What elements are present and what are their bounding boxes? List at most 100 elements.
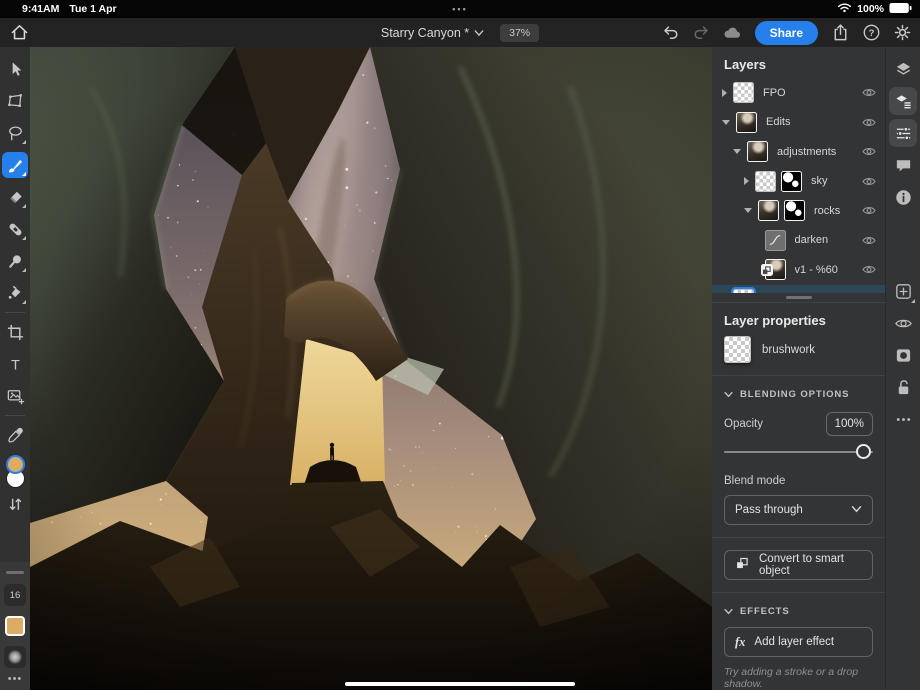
app-window: 9:41AM Tue 1 Apr ••• 100% Starry Canyon …	[0, 0, 920, 690]
tool-place-image-icon[interactable]	[2, 383, 28, 409]
layer-name: v1 - %60	[795, 264, 863, 276]
tool-transform-icon[interactable]	[2, 88, 28, 114]
chevron-down-icon	[474, 29, 484, 37]
tool-move-icon[interactable]	[2, 56, 28, 82]
layer-row[interactable]: rocks	[712, 196, 885, 226]
effects-header[interactable]: EFFECTS	[724, 606, 873, 617]
share-button[interactable]: Share	[755, 21, 818, 45]
layer-thumbnail[interactable]	[736, 112, 757, 133]
layer-mask-thumbnail[interactable]	[784, 200, 805, 221]
brush-size-field[interactable]: 16	[4, 584, 26, 606]
more-options-icon[interactable]: •••	[8, 676, 23, 682]
layer-expander-icon[interactable]	[722, 89, 727, 97]
tool-magnifier-icon[interactable]	[2, 248, 28, 274]
rail-comment-icon[interactable]	[889, 151, 917, 179]
layer-row[interactable]: darken	[712, 226, 885, 256]
layer-row[interactable]: brushwork	[712, 285, 885, 293]
tool-eyedropper-icon[interactable]	[2, 422, 28, 448]
layer-visibility-icon[interactable]	[862, 176, 876, 187]
blending-options-header[interactable]: BLENDING OPTIONS	[724, 389, 873, 400]
right-icon-rail	[886, 47, 920, 690]
status-bar: 9:41AM Tue 1 Apr ••• 100%	[0, 0, 920, 18]
zoom-level-badge[interactable]: 37%	[500, 24, 539, 42]
layer-name: rocks	[814, 205, 862, 217]
rail-adjustments-icon[interactable]	[889, 119, 917, 147]
svg-text:?: ?	[868, 28, 874, 39]
layer-properties-title: Layer properties	[724, 305, 873, 328]
layer-properties-panel: Layer properties brushwork BLENDING OPTI…	[712, 303, 885, 690]
tool-eraser-icon[interactable]	[2, 184, 28, 210]
rail-visibility-icon[interactable]	[889, 309, 917, 337]
layer-visibility-icon[interactable]	[862, 264, 876, 275]
layer-row[interactable]: sky	[712, 167, 885, 197]
foreground-color-swatch[interactable]	[6, 455, 25, 474]
help-icon[interactable]: ?	[859, 21, 883, 45]
tool-brush-icon[interactable]	[2, 152, 28, 178]
document-canvas[interactable]	[30, 47, 712, 690]
cloud-sync-icon[interactable]	[721, 21, 745, 45]
layers-panel-drag-handle[interactable]	[712, 293, 885, 303]
options-drag-handle[interactable]	[6, 571, 24, 574]
layer-visibility-icon[interactable]	[862, 117, 876, 128]
convert-to-smart-object-button[interactable]: Convert to smart object	[724, 550, 873, 580]
rail-info-icon[interactable]	[889, 183, 917, 211]
layer-thumbnail[interactable]	[733, 82, 754, 103]
tool-crop-icon[interactable]	[2, 319, 28, 345]
layer-expander-icon[interactable]	[744, 208, 752, 213]
layer-expander-icon[interactable]	[733, 149, 741, 154]
layer-row[interactable]: adjustments	[712, 137, 885, 167]
brush-color-swatch[interactable]	[5, 616, 25, 636]
tool-type-icon[interactable]: T	[2, 351, 28, 377]
rail-layer-stack-icon[interactable]	[889, 87, 917, 115]
rail-add-layer-icon[interactable]	[889, 277, 917, 305]
blend-mode-dropdown[interactable]: Pass through	[724, 495, 873, 525]
tool-group-divider	[5, 415, 25, 416]
home-indicator-bar[interactable]	[345, 682, 575, 687]
tool-options-panel: 16 •••	[0, 562, 30, 690]
layer-row[interactable]: v1 - %60	[712, 255, 885, 285]
undo-button[interactable]	[659, 21, 683, 45]
layer-thumbnail[interactable]	[733, 289, 754, 293]
layer-name: Edits	[766, 116, 862, 128]
rail-layers-icon[interactable]	[889, 55, 917, 83]
layer-visibility-icon[interactable]	[862, 146, 876, 157]
layers-panel-title: Layers	[712, 47, 885, 78]
opacity-value-field[interactable]: 100%	[826, 412, 873, 436]
layer-visibility-icon[interactable]	[862, 235, 876, 246]
selected-layer-thumbnail[interactable]	[724, 336, 751, 363]
layer-mask-thumbnail[interactable]	[781, 171, 802, 192]
layer-expander-icon[interactable]	[744, 177, 749, 185]
layer-thumbnail[interactable]	[765, 230, 786, 251]
layer-name: sky	[811, 175, 862, 187]
tool-healing-icon[interactable]	[2, 216, 28, 242]
layer-row[interactable]: Edits	[712, 108, 885, 138]
rail-lock-icon[interactable]	[889, 373, 917, 401]
battery-percent: 100%	[857, 3, 884, 15]
opacity-label: Opacity	[724, 418, 763, 430]
document-title[interactable]: Starry Canyon *	[381, 26, 484, 40]
brush-tip-preview[interactable]	[4, 646, 26, 668]
layer-visibility-icon[interactable]	[862, 87, 876, 98]
layer-thumbnail[interactable]	[758, 200, 779, 221]
selected-layer-name: brushwork	[762, 344, 815, 356]
rail-mask-icon[interactable]	[889, 341, 917, 369]
layer-expander-icon[interactable]	[722, 120, 730, 125]
layer-thumbnail[interactable]	[755, 171, 776, 192]
rail-more-icon[interactable]	[889, 405, 917, 433]
chevron-down-icon	[724, 391, 733, 398]
layer-visibility-icon[interactable]	[862, 205, 876, 216]
layer-row[interactable]: FPO	[712, 78, 885, 108]
export-icon[interactable]	[828, 21, 852, 45]
opacity-slider[interactable]	[724, 443, 873, 461]
tool-swap-icon[interactable]	[2, 491, 28, 517]
redo-button[interactable]	[690, 21, 714, 45]
layer-name: adjustments	[777, 146, 862, 158]
settings-gear-icon[interactable]	[890, 21, 914, 45]
tool-lasso-icon[interactable]	[2, 120, 28, 146]
home-button[interactable]	[7, 21, 31, 45]
tool-fill-icon[interactable]	[2, 280, 28, 306]
add-layer-effect-button[interactable]: fx Add layer effect	[724, 627, 873, 657]
layer-thumbnail[interactable]	[765, 259, 786, 280]
opacity-slider-handle[interactable]	[856, 444, 871, 459]
layer-thumbnail[interactable]	[747, 141, 768, 162]
